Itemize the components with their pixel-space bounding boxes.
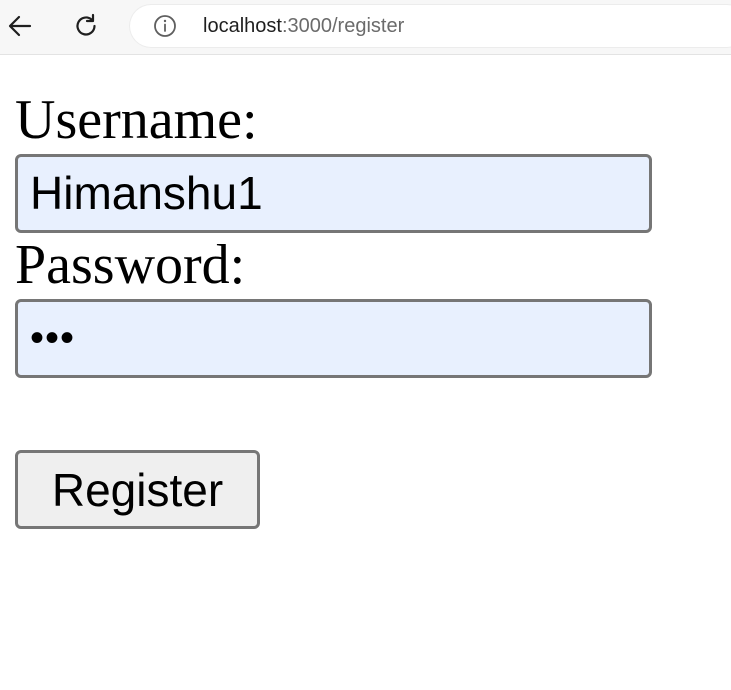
username-value: Himanshu1 (30, 167, 263, 219)
url-text[interactable]: localhost:3000/register (203, 14, 404, 38)
password-masked-value: ••• (30, 316, 76, 360)
reload-button[interactable] (68, 8, 104, 44)
username-label: Username: (15, 89, 258, 151)
password-input[interactable]: ••• (15, 299, 652, 378)
username-input[interactable]: Himanshu1 (15, 154, 652, 233)
browser-toolbar: localhost:3000/register (0, 0, 731, 55)
info-icon[interactable] (153, 14, 177, 38)
form-spacer (15, 378, 652, 450)
address-bar[interactable]: localhost:3000/register (129, 4, 731, 48)
url-path: :3000/register (281, 15, 405, 37)
back-arrow-icon (8, 15, 32, 37)
password-label: Password: (15, 234, 246, 296)
back-button[interactable] (2, 8, 38, 44)
reload-icon (76, 13, 96, 36)
url-host: localhost (203, 15, 282, 37)
register-form: Username: Himanshu1 Password: ••• Regist… (15, 88, 652, 529)
register-button[interactable]: Register (15, 450, 260, 529)
